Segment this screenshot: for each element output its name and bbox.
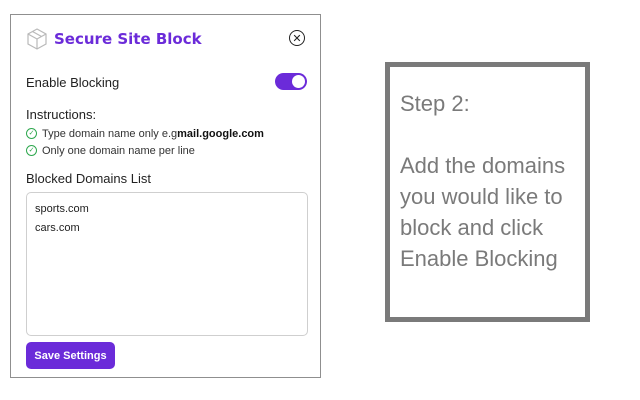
enable-blocking-label: Enable Blocking [26, 75, 120, 90]
cube-icon [26, 27, 48, 51]
instruction-item: ✓ Type domain name only e.g mail.google.… [26, 125, 312, 142]
instruction-text: Type domain name only e.g [42, 127, 178, 140]
step-title: Step 2: [400, 91, 470, 116]
blocked-domains-label: Blocked Domains List [26, 171, 151, 186]
blocked-domains-textarea[interactable]: sports.com cars.com [26, 192, 308, 336]
enable-blocking-row: Enable Blocking [26, 73, 308, 93]
instructions-title: Instructions: [26, 107, 97, 122]
instruction-item: ✓ Only one domain name per line [26, 142, 312, 159]
extension-popup: Secure Site Block ✕ Enable Blocking Inst… [10, 14, 321, 378]
popup-header: Secure Site Block ✕ [26, 27, 308, 53]
domain-line: sports.com [35, 203, 89, 215]
instructions: Instructions: ✓ Type domain name only e.… [26, 107, 312, 159]
popup-title: Secure Site Block [54, 30, 202, 48]
save-settings-button[interactable]: Save Settings [26, 342, 115, 369]
enable-blocking-toggle[interactable] [275, 73, 307, 90]
instruction-text: Only one domain name per line [42, 144, 195, 157]
step-callout: Step 2: Add the domains you would like t… [385, 62, 590, 322]
check-circle-icon: ✓ [26, 128, 37, 139]
domain-line: cars.com [35, 222, 80, 234]
toggle-knob [292, 75, 305, 88]
close-icon[interactable]: ✕ [289, 30, 305, 46]
instruction-example: mail.google.com [177, 127, 264, 140]
check-circle-icon: ✓ [26, 145, 37, 156]
step-body: Add the domains you would like to block … [400, 153, 566, 271]
